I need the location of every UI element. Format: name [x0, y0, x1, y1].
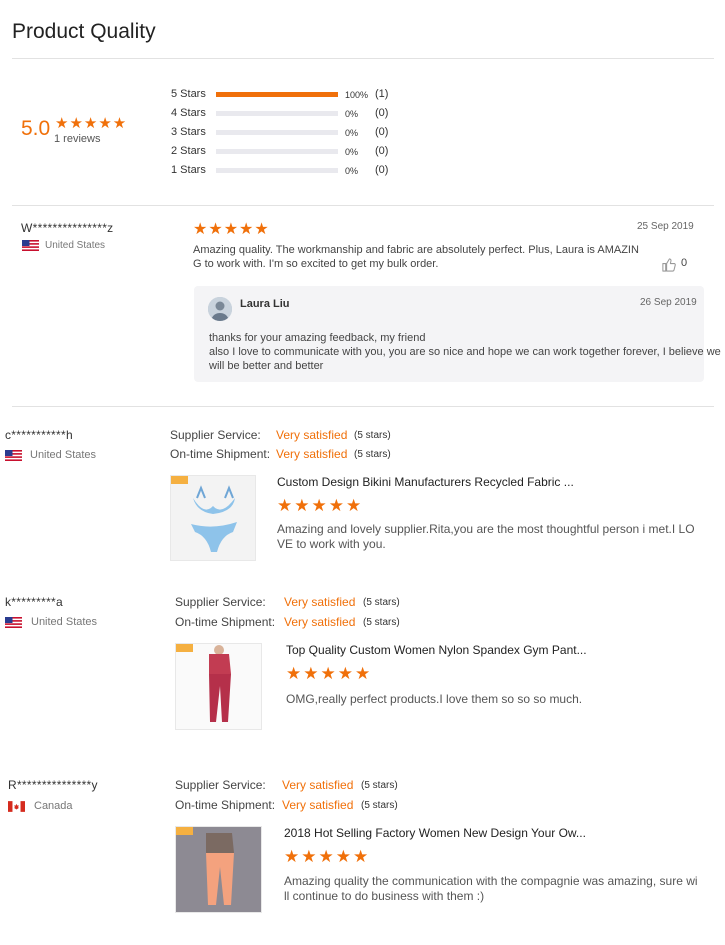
supplier-service-stars: (5 stars)	[354, 430, 391, 441]
review-text-line: Amazing quality. The workmanship and fab…	[193, 244, 639, 256]
dist-count-1: (0)	[375, 164, 389, 176]
canada-flag-icon	[8, 801, 25, 812]
supplier-service-value: Very satisfied	[284, 595, 356, 609]
review-text-line: Amazing quality the communication with t…	[284, 874, 698, 888]
thumbs-up-icon[interactable]	[661, 257, 676, 272]
divider	[12, 58, 714, 59]
reply-text-line: will be better and better	[209, 360, 324, 372]
dist-bar-3	[216, 130, 338, 135]
shipment-stars: (5 stars)	[361, 800, 398, 811]
page-title: Product Quality	[12, 20, 156, 43]
like-count: 0	[681, 257, 688, 269]
average-stars: ★★★★★	[55, 115, 128, 132]
shipment-value: Very satisfied	[282, 798, 354, 812]
reviewer-name: c***********h	[5, 428, 73, 442]
dist-bar-1	[216, 168, 338, 173]
reviewer-country: United States	[30, 449, 97, 461]
dist-label-1: 1 Stars	[171, 164, 206, 176]
reviewer-name: k*********a	[5, 595, 64, 609]
product-title-link[interactable]: 2018 Hot Selling Factory Women New Desig…	[284, 826, 586, 840]
supplier-service-stars: (5 stars)	[363, 597, 400, 608]
review-stars: ★★★★★	[193, 221, 270, 238]
review-date: 25 Sep 2019	[637, 221, 694, 232]
shipment-label: On-time Shipment:	[170, 447, 271, 461]
divider	[12, 205, 714, 206]
dist-count-2: (0)	[375, 145, 389, 157]
shipment-value: Very satisfied	[276, 447, 348, 461]
dist-count-5: (1)	[375, 88, 389, 100]
reviewer-country: Canada	[34, 800, 73, 812]
dist-label-2: 2 Stars	[171, 145, 206, 157]
supplier-service-value: Very satisfied	[282, 778, 354, 792]
review-text-line: VE to work with you.	[277, 537, 386, 551]
dist-label-3: 3 Stars	[171, 126, 206, 138]
dist-percent-3: 0%	[345, 128, 359, 138]
reply-text-line: thanks for your amazing feedback, my fri…	[209, 332, 426, 344]
dist-bar-5	[216, 92, 338, 97]
product-stars: ★★★★★	[286, 664, 373, 683]
us-flag-icon	[5, 450, 22, 461]
reviewer-country: United States	[45, 240, 106, 251]
product-stars: ★★★★★	[284, 847, 371, 866]
product-thumbnail[interactable]	[175, 826, 262, 913]
average-score: 5.0	[21, 117, 51, 140]
shipment-label: On-time Shipment:	[175, 615, 276, 629]
product-title-link[interactable]: Custom Design Bikini Manufacturers Recyc…	[277, 475, 574, 489]
dist-bar-2	[216, 149, 338, 154]
shipment-label: On-time Shipment:	[175, 798, 276, 812]
supplier-service-value: Very satisfied	[276, 428, 348, 442]
dist-count-3: (0)	[375, 126, 389, 138]
dist-percent-2: 0%	[345, 147, 359, 157]
dist-bar-4	[216, 111, 338, 116]
supplier-service-stars: (5 stars)	[361, 780, 398, 791]
shipment-stars: (5 stars)	[354, 449, 391, 460]
us-flag-icon	[22, 240, 39, 251]
product-stars: ★★★★★	[277, 496, 364, 515]
reviewer-name: R***************y	[8, 778, 98, 792]
us-flag-icon	[5, 617, 22, 628]
supplier-service-label: Supplier Service:	[175, 778, 266, 792]
supplier-service-label: Supplier Service:	[170, 428, 261, 442]
dist-percent-1: 0%	[345, 166, 359, 176]
shipment-stars: (5 stars)	[363, 617, 400, 628]
dist-label-5: 5 Stars	[171, 88, 206, 100]
dist-count-4: (0)	[375, 107, 389, 119]
review-text-line: G to work with. I'm so excited to get my…	[193, 258, 439, 270]
shipment-value: Very satisfied	[284, 615, 356, 629]
divider	[12, 406, 714, 407]
product-title-link[interactable]: Top Quality Custom Women Nylon Spandex G…	[286, 643, 587, 657]
dist-label-4: 4 Stars	[171, 107, 206, 119]
product-thumbnail[interactable]	[170, 475, 256, 561]
review-text-line: OMG,really perfect products.I love them …	[286, 692, 583, 706]
reply-text-line: also I love to communicate with you, you…	[209, 346, 721, 358]
reply-date: 26 Sep 2019	[640, 297, 697, 308]
review-text-line: Amazing and lovely supplier.Rita,you are…	[277, 522, 695, 536]
dist-percent-5: 100%	[345, 90, 369, 100]
reply-author: Laura Liu	[240, 298, 290, 310]
review-text-line: ll continue to do business with them :)	[284, 889, 485, 903]
reviewer-country: United States	[31, 616, 98, 628]
avatar	[208, 297, 232, 321]
dist-percent-4: 0%	[345, 109, 359, 119]
reviewer-name: W***************z	[21, 221, 114, 235]
product-thumbnail[interactable]	[175, 643, 262, 730]
supplier-service-label: Supplier Service:	[175, 595, 266, 609]
reviews-count: 1 reviews	[54, 133, 101, 145]
